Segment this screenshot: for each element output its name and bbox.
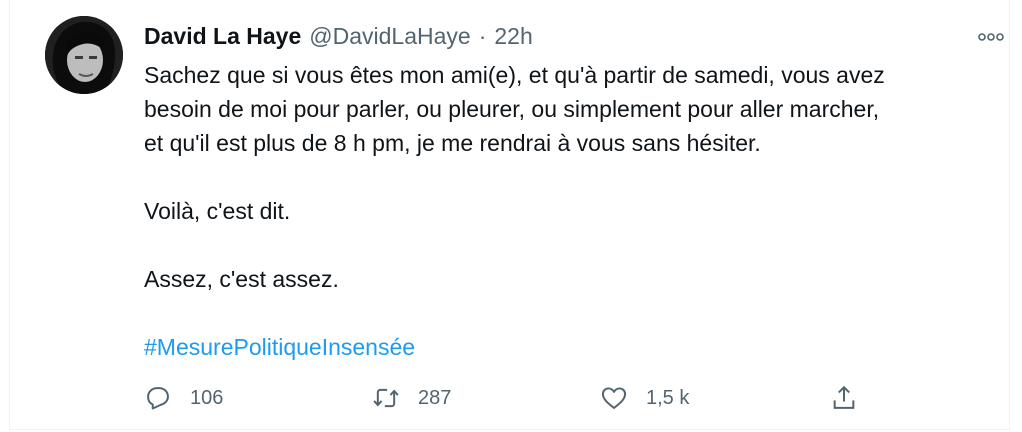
retweet-button[interactable]: 287 <box>372 380 451 416</box>
avatar[interactable] <box>45 16 123 94</box>
reply-count: 106 <box>190 386 224 409</box>
tweet-text: Sachez que si vous êtes mon ami(e), et q… <box>144 58 984 364</box>
reply-icon <box>147 387 169 410</box>
author-name[interactable]: David La Haye <box>144 23 301 50</box>
heart-icon <box>601 387 627 409</box>
tweet-line: Assez, c'est assez. <box>144 266 339 292</box>
more-options-icon[interactable] <box>976 27 1006 47</box>
tweet-line: Sachez que si vous êtes mon ami(e), et q… <box>144 62 885 88</box>
share-icon <box>833 385 855 409</box>
timestamp[interactable]: 22h <box>494 23 532 50</box>
author-handle[interactable]: @DavidLaHaye <box>309 23 470 50</box>
tweet-line: besoin de moi pour parler, ou pleurer, o… <box>144 96 880 122</box>
retweet-count: 287 <box>418 386 452 409</box>
share-button[interactable] <box>830 380 858 416</box>
retweet-icon <box>373 388 399 408</box>
avatar-image <box>45 16 123 94</box>
like-count: 1,5 k <box>646 386 690 409</box>
separator-dot: · <box>478 22 487 49</box>
action-bar: 106 287 1,5 k <box>144 380 874 416</box>
tweet-line: Voilà, c'est dit. <box>144 198 291 224</box>
reply-button[interactable]: 106 <box>144 380 223 416</box>
tweet-header: David La Haye @DavidLaHaye · 22h <box>144 20 533 52</box>
tweet-card[interactable]: David La Haye @DavidLaHaye · 22h Sachez … <box>9 0 1010 430</box>
hashtag-link[interactable]: #MesurePolitiqueInsensée <box>144 330 984 364</box>
like-button[interactable]: 1,5 k <box>600 380 689 416</box>
tweet-line: et qu'il est plus de 8 h pm, je me rendr… <box>144 130 761 156</box>
